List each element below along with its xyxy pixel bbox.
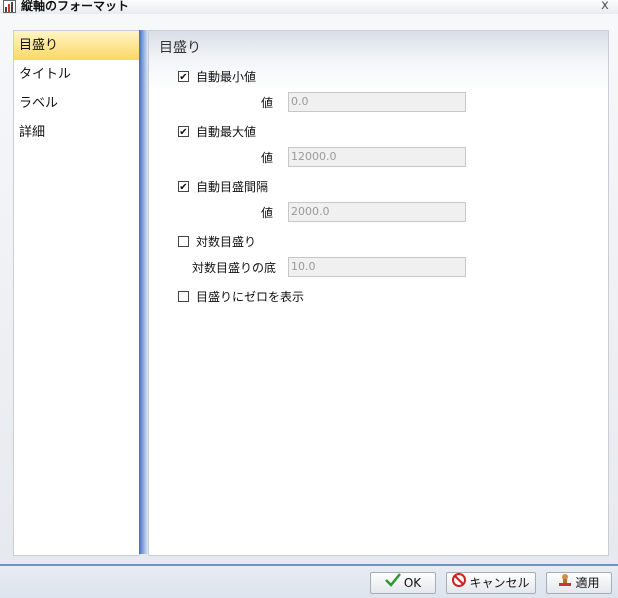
max-value-label: 値 [261,151,274,165]
checkbox-box[interactable] [178,235,189,247]
cancel-label: キャンセル [469,576,530,590]
log-base-field[interactable]: 10.0 [288,257,466,277]
nav-item-details[interactable]: 詳細 [14,118,139,147]
apply-button[interactable]: 適用 [546,572,612,594]
nav-item-label[interactable]: ラベル [14,89,139,118]
chart-icon [3,0,16,13]
log-base-label: 対数目盛りの底 [192,261,277,275]
window-title: 縦軸のフォーマット [21,0,130,13]
nav-item-scale[interactable]: 目盛り [14,31,139,60]
checkbox-box[interactable]: ✔ [178,180,189,193]
interval-value-label: 値 [261,206,274,220]
min-value-field[interactable]: 0.0 [288,92,466,112]
title-bar: 縦軸のフォーマット x [0,0,618,14]
auto-interval-checkbox[interactable]: ✔ 自動目盛間隔 [178,179,269,194]
auto-min-label: 自動最小値 [196,69,257,84]
cancel-icon [452,573,467,593]
auto-max-checkbox[interactable]: ✔ 自動最大値 [178,124,257,139]
max-value-field[interactable]: 12000.0 [288,147,466,167]
auto-max-label: 自動最大値 [196,124,257,139]
show-zero-label: 目盛りにゼロを表示 [196,289,305,304]
show-zero-checkbox[interactable]: 目盛りにゼロを表示 [178,289,305,304]
close-button[interactable]: x [598,0,612,13]
auto-interval-label: 自動目盛間隔 [196,179,269,194]
min-value-label: 値 [261,96,274,110]
ok-label: OK [403,576,422,590]
apply-label: 適用 [575,576,600,590]
checkbox-box[interactable]: ✔ [178,125,189,138]
interval-value-field[interactable]: 2000.0 [288,202,466,222]
cancel-button[interactable]: キャンセル [446,572,536,594]
nav-list: 目盛り タイトル ラベル 詳細 [13,30,140,556]
log-scale-checkbox[interactable]: 対数目盛り [178,234,257,249]
log-scale-label: 対数目盛り [196,234,257,249]
panel-title: 目盛り [159,40,201,56]
settings-panel: 目盛り ✔ 自動最小値 値 0.0 ✔ 自動最大値 値 12000.0 ✔ 自動… [148,30,609,556]
checkbox-box[interactable] [178,290,189,302]
checkbox-box[interactable]: ✔ [178,70,189,83]
nav-item-title[interactable]: タイトル [14,60,139,89]
check-icon [384,573,401,593]
stamp-icon [558,573,572,593]
button-bar: OK キャンセル 適用 [0,564,618,598]
auto-min-checkbox[interactable]: ✔ 自動最小値 [178,69,257,84]
ok-button[interactable]: OK [370,572,436,594]
